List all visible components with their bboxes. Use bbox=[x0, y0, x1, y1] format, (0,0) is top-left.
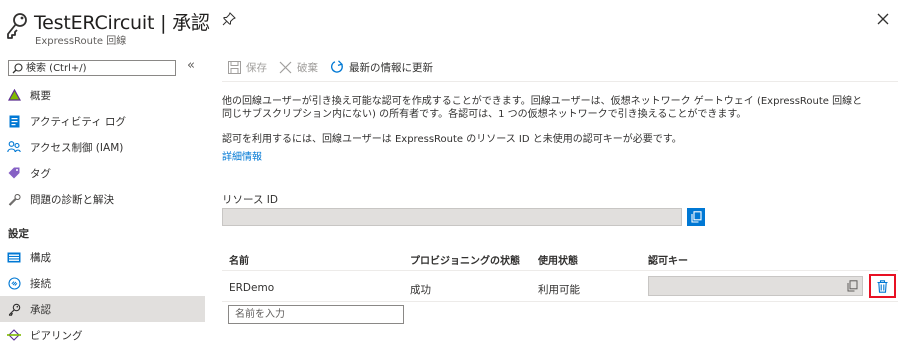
key-icon bbox=[7, 302, 21, 316]
description-line-3: 認可を利用するには、回線ユーザーは ExpressRoute のリソース ID … bbox=[222, 134, 682, 145]
sidebar-item-label: 承認 bbox=[30, 303, 51, 316]
sidebar-item-iam[interactable]: アクセス制御 (IAM) bbox=[0, 134, 205, 160]
table-header-divider bbox=[222, 270, 898, 271]
sidebar-item-label: アクティビティ ログ bbox=[30, 115, 127, 128]
sidebar-item-label: 問題の診断と解決 bbox=[30, 193, 114, 206]
delete-authorization-button[interactable] bbox=[869, 274, 896, 298]
sidebar-item-configuration[interactable]: 構成 bbox=[0, 244, 205, 270]
sidebar-item-authorizations[interactable]: 承認 bbox=[0, 296, 205, 322]
search-input[interactable] bbox=[26, 61, 174, 75]
discard-button[interactable]: 破棄 bbox=[279, 60, 318, 75]
wrench-icon bbox=[7, 192, 21, 206]
row-name: ERDemo bbox=[229, 282, 275, 294]
col-header-provisioning: プロビジョニングの状態 bbox=[410, 256, 520, 267]
sidebar-item-label: 構成 bbox=[30, 251, 51, 264]
resource-id-label: リソース ID bbox=[222, 194, 278, 206]
sidebar-section-settings: 設定 bbox=[8, 228, 29, 240]
sidebar-item-label: ピアリング bbox=[30, 329, 83, 342]
description-line-1: 他の回線ユーザーが引き換え可能な認可を作成することができます。回線ユーザーは、仮… bbox=[222, 96, 863, 107]
sidebar-item-activity-log[interactable]: アクティビティ ログ bbox=[0, 108, 205, 134]
description-line-2: 同じサブスクリプション内にない) の所有者です。各認可は、1 つの仮想ネットワー… bbox=[222, 109, 747, 120]
col-header-name: 名前 bbox=[229, 256, 249, 267]
save-icon bbox=[228, 60, 241, 74]
connection-icon bbox=[7, 276, 21, 290]
peering-icon bbox=[7, 328, 21, 342]
new-authorization-name-input[interactable] bbox=[228, 305, 404, 324]
toolbar-divider bbox=[222, 81, 898, 82]
sidebar-item-label: 概要 bbox=[30, 89, 51, 102]
save-label: 保存 bbox=[246, 61, 267, 74]
resource-id-field[interactable] bbox=[222, 208, 682, 226]
close-icon[interactable] bbox=[876, 12, 890, 26]
col-header-key: 認可キー bbox=[648, 256, 688, 267]
discard-label: 破棄 bbox=[297, 61, 318, 74]
collapse-sidebar-button[interactable]: « bbox=[187, 58, 195, 73]
copy-key-icon[interactable] bbox=[847, 280, 858, 292]
copy-resource-id-button[interactable] bbox=[687, 208, 705, 226]
table-row-divider bbox=[222, 301, 898, 302]
refresh-icon bbox=[331, 60, 343, 73]
sidebar-item-label: アクセス制御 (IAM) bbox=[30, 141, 124, 154]
trash-icon bbox=[877, 279, 888, 293]
row-provisioning-state: 成功 bbox=[410, 284, 431, 296]
page-title: TestERCircuit | 承認 bbox=[34, 12, 210, 34]
row-usage-state: 利用可能 bbox=[538, 284, 580, 296]
key-icon bbox=[7, 13, 27, 39]
copy-icon bbox=[690, 211, 702, 223]
discard-icon bbox=[279, 61, 292, 73]
command-bar: 保存 破棄 最新の情報に更新 bbox=[228, 58, 445, 76]
pin-icon[interactable] bbox=[222, 12, 236, 26]
col-header-usage: 使用状態 bbox=[538, 256, 578, 267]
refresh-button[interactable]: 最新の情報に更新 bbox=[330, 60, 433, 75]
save-button[interactable]: 保存 bbox=[228, 60, 267, 75]
sidebar-item-label: 接続 bbox=[30, 277, 51, 290]
page-subtitle: ExpressRoute 回線 bbox=[35, 36, 127, 47]
sidebar-item-tags[interactable]: タグ bbox=[0, 160, 205, 186]
triangle-icon bbox=[7, 88, 21, 102]
sidebar-item-overview[interactable]: 概要 bbox=[0, 82, 205, 108]
sidebar-item-connections[interactable]: 接続 bbox=[0, 270, 205, 296]
config-icon bbox=[7, 250, 21, 264]
sidebar-item-peering[interactable]: ピアリング bbox=[0, 322, 205, 345]
tag-icon bbox=[7, 166, 21, 180]
sidebar-item-diagnose[interactable]: 問題の診断と解決 bbox=[0, 186, 205, 212]
more-info-link[interactable]: 詳細情報 bbox=[222, 148, 262, 163]
log-icon bbox=[7, 114, 21, 128]
sidebar-item-label: タグ bbox=[30, 167, 51, 180]
search-input-wrapper[interactable] bbox=[8, 60, 176, 76]
authorization-key-field[interactable] bbox=[648, 276, 863, 296]
people-icon bbox=[7, 140, 21, 154]
blade-header: TestERCircuit | 承認 ExpressRoute 回線 bbox=[0, 0, 900, 50]
refresh-label: 最新の情報に更新 bbox=[349, 61, 433, 74]
search-icon bbox=[12, 63, 23, 74]
